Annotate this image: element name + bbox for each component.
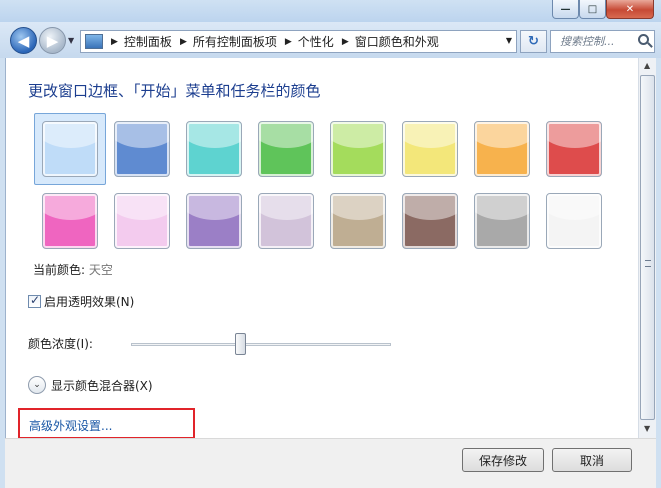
color-swatch[interactable] [394, 113, 466, 185]
breadcrumb-separator-icon[interactable]: ▶ [285, 37, 292, 47]
breadcrumb-all-items[interactable]: 所有控制面板项 [193, 33, 277, 50]
color-swatch[interactable] [322, 113, 394, 185]
transparency-option[interactable]: 启用透明效果(N) [28, 293, 134, 310]
search-box[interactable] [550, 30, 655, 53]
control-panel-icon [85, 34, 103, 49]
navigation-bar: ◀ ▶ ▼ ▶ 控制面板 ▶ 所有控制面板项 ▶ 个性化 ▶ 窗口颜色和外观 ▼… [0, 22, 661, 58]
close-button[interactable]: ✕ [606, 0, 654, 19]
advanced-appearance-link[interactable]: 高级外观设置... [29, 417, 112, 434]
breadcrumb-window-color[interactable]: 窗口颜色和外观 [355, 33, 439, 50]
title-bar: — □ ✕ [0, 0, 661, 22]
color-swatch[interactable] [466, 185, 538, 257]
dialog-footer: 保存修改 取消 [5, 438, 656, 488]
breadcrumb-separator-icon[interactable]: ▶ [111, 37, 118, 47]
color-swatch-chip[interactable] [114, 193, 170, 249]
color-swatch[interactable] [466, 113, 538, 185]
color-swatch-chip[interactable] [114, 121, 170, 177]
refresh-icon[interactable]: ↻ [520, 30, 547, 53]
current-color-value: 天空 [88, 263, 113, 277]
save-changes-button[interactable]: 保存修改 [462, 448, 544, 472]
content-pane: 更改窗口边框、「开始」菜单和任务栏的颜色 当前颜色: 天空 启用透明效果(N) … [5, 58, 638, 438]
minimize-button[interactable]: — [552, 0, 579, 19]
color-swatch[interactable] [106, 113, 178, 185]
color-swatch-chip[interactable] [258, 193, 314, 249]
maximize-button[interactable]: □ [579, 0, 606, 19]
current-color: 当前颜色: 天空 [33, 261, 113, 278]
scroll-up-icon[interactable]: ▲ [644, 61, 650, 70]
cancel-button[interactable]: 取消 [552, 448, 632, 472]
color-swatch-chip[interactable] [330, 121, 386, 177]
color-swatch-chip[interactable] [330, 193, 386, 249]
breadcrumb-control-panel[interactable]: 控制面板 [124, 33, 172, 50]
back-arrow-icon[interactable]: ◀ [10, 27, 37, 54]
color-swatch-chip[interactable] [258, 121, 314, 177]
color-swatch[interactable] [178, 113, 250, 185]
scroll-down-icon[interactable]: ▼ [644, 424, 650, 433]
search-input[interactable] [560, 35, 632, 48]
color-swatch-chip[interactable] [402, 121, 458, 177]
color-swatch-chip[interactable] [42, 121, 98, 177]
color-swatch-chip[interactable] [546, 121, 602, 177]
current-color-label: 当前颜色: [33, 263, 86, 277]
transparency-label[interactable]: 启用透明效果(N) [44, 293, 134, 310]
color-swatch-chip[interactable] [546, 193, 602, 249]
breadcrumb-separator-icon[interactable]: ▶ [180, 37, 187, 47]
grip-icon [645, 260, 651, 267]
chevron-down-icon[interactable]: ⌄ [28, 376, 46, 394]
transparency-checkbox[interactable] [28, 293, 41, 308]
breadcrumb-separator-icon[interactable]: ▶ [342, 37, 349, 47]
intensity-label: 颜色浓度(I): [28, 337, 93, 351]
color-swatch[interactable] [538, 185, 610, 257]
intensity-slider-track[interactable] [131, 343, 391, 346]
vertical-scrollbar[interactable]: ▲ ▼ [638, 58, 656, 438]
scrollbar-thumb[interactable] [640, 75, 655, 420]
color-swatch-chip[interactable] [186, 121, 242, 177]
page-title: 更改窗口边框、「开始」菜单和任务栏的颜色 [28, 82, 321, 100]
color-swatch-chip[interactable] [42, 193, 98, 249]
color-swatch-chip[interactable] [474, 121, 530, 177]
color-swatch[interactable] [34, 185, 106, 257]
color-swatch-chip[interactable] [474, 193, 530, 249]
color-swatch[interactable] [106, 185, 178, 257]
color-swatch[interactable] [394, 185, 466, 257]
color-mixer-label[interactable]: 显示颜色混合器(X) [51, 377, 153, 394]
forward-arrow-icon[interactable]: ▶ [39, 27, 66, 54]
breadcrumb-personalization[interactable]: 个性化 [298, 33, 334, 50]
color-swatch[interactable] [250, 185, 322, 257]
address-dropdown-icon[interactable]: ▼ [506, 36, 512, 45]
address-bar[interactable]: ▶ 控制面板 ▶ 所有控制面板项 ▶ 个性化 ▶ 窗口颜色和外观 ▼ [80, 30, 517, 53]
color-swatch[interactable] [250, 113, 322, 185]
color-swatch[interactable] [322, 185, 394, 257]
intensity-slider-thumb[interactable] [234, 333, 246, 355]
color-swatch[interactable] [538, 113, 610, 185]
history-dropdown-icon[interactable]: ▼ [68, 36, 74, 45]
search-icon[interactable] [638, 34, 649, 45]
color-swatch-chip[interactable] [186, 193, 242, 249]
color-swatch[interactable] [34, 113, 106, 185]
color-mixer-toggle[interactable]: ⌄ 显示颜色混合器(X) [28, 376, 153, 394]
color-swatch[interactable] [178, 185, 250, 257]
breadcrumb: ▶ 控制面板 ▶ 所有控制面板项 ▶ 个性化 ▶ 窗口颜色和外观 [103, 33, 439, 50]
color-swatch-chip[interactable] [402, 193, 458, 249]
